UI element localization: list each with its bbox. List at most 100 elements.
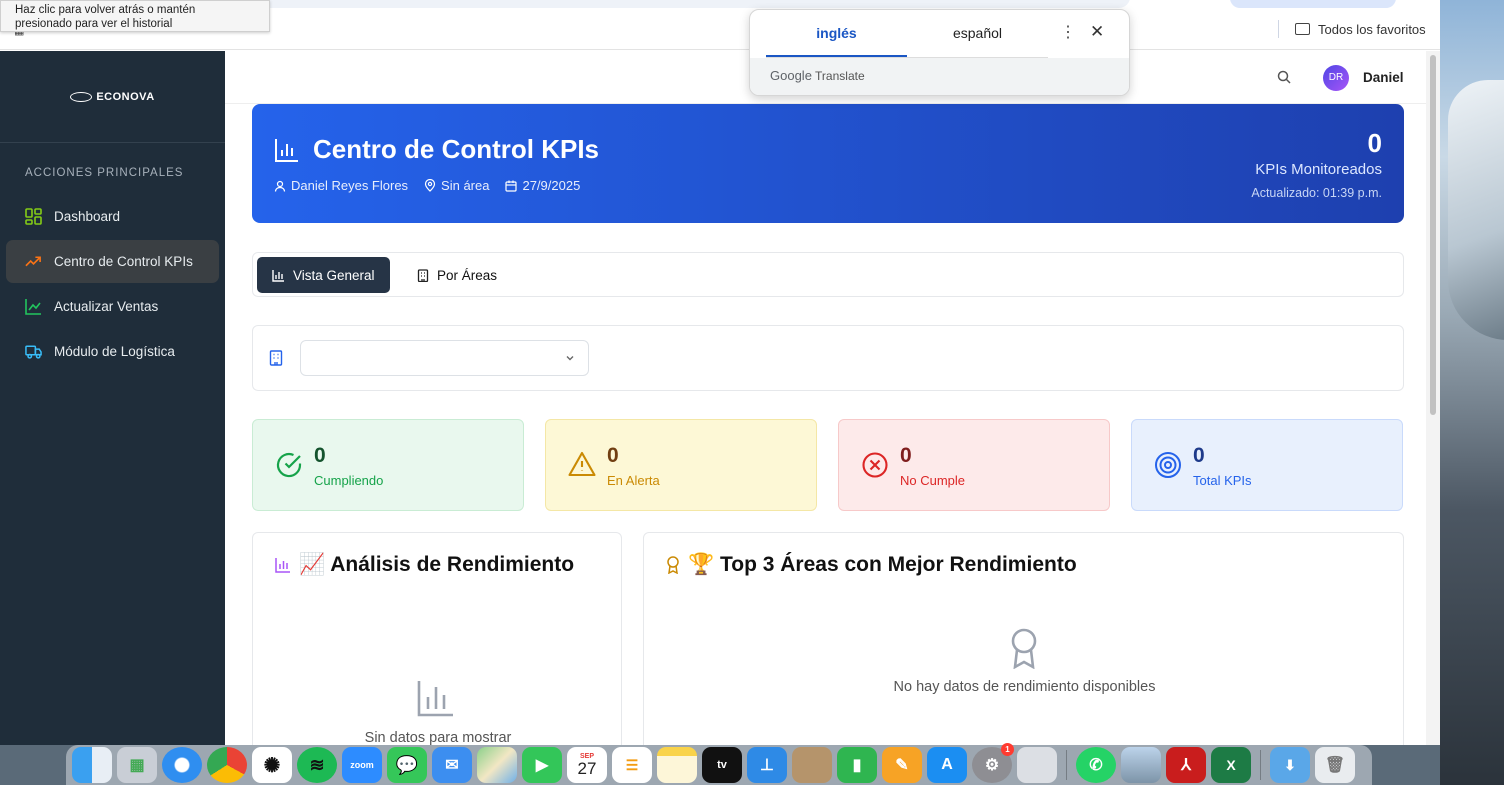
user-icon bbox=[274, 180, 286, 192]
safari-icon[interactable] bbox=[162, 747, 202, 783]
profile-chip[interactable] bbox=[1230, 0, 1396, 8]
finder-icon[interactable] bbox=[72, 747, 112, 783]
page-scrollbar[interactable] bbox=[1426, 51, 1440, 745]
sidebar-item-label: Centro de Control KPIs bbox=[54, 254, 193, 269]
sidebar-item-label: Actualizar Ventas bbox=[54, 299, 159, 314]
logo[interactable]: ECONOVA bbox=[0, 51, 225, 143]
stat-card-compliant: 0 Cumpliendo bbox=[252, 419, 524, 511]
kpi-count: 0 bbox=[1367, 128, 1382, 158]
username[interactable]: Daniel bbox=[1363, 70, 1404, 85]
kpi-count-label: KPIs Monitoreados bbox=[1255, 161, 1382, 178]
whatsapp-icon[interactable]: ✆ bbox=[1076, 747, 1116, 783]
avatar[interactable]: DR bbox=[1323, 65, 1349, 91]
tab-overview[interactable]: Vista General bbox=[257, 257, 390, 293]
bar-chart-icon bbox=[274, 137, 300, 168]
folder-icon bbox=[1295, 23, 1310, 35]
notification-badge: 1 bbox=[1001, 743, 1014, 756]
tab-source-language[interactable]: inglés bbox=[766, 22, 907, 57]
empty-chart-icon bbox=[417, 679, 455, 722]
spotify-icon[interactable]: ≋ bbox=[297, 747, 337, 783]
trash-icon[interactable]: 🗑 bbox=[1315, 747, 1355, 783]
launchpad-icon[interactable]: ▦ bbox=[117, 747, 157, 783]
tab-label: Por Áreas bbox=[437, 267, 498, 283]
maps-icon[interactable] bbox=[477, 747, 517, 783]
desktop-wallpaper bbox=[1440, 0, 1504, 785]
back-button-tooltip: Haz clic para volver atrás o mantén pres… bbox=[0, 0, 270, 32]
section-title: ACCIONES PRINCIPALES bbox=[25, 167, 184, 179]
close-icon[interactable]: ✕ bbox=[1090, 22, 1104, 42]
hero-area-name: Sin área bbox=[441, 178, 490, 193]
building-icon bbox=[269, 350, 283, 371]
panel-title: 🏆 Top 3 Áreas con Mejor Rendimiento bbox=[666, 553, 1077, 577]
area-filter-card bbox=[252, 325, 1404, 391]
stat-value: 0 bbox=[1193, 444, 1205, 467]
stat-label: Cumpliendo bbox=[314, 473, 384, 488]
award-icon bbox=[667, 556, 679, 574]
empty-state-text: No hay datos de rendimiento disponibles bbox=[893, 679, 1156, 695]
sidebar-item-update-sales[interactable]: Actualizar Ventas bbox=[6, 285, 219, 328]
search-icon[interactable] bbox=[1277, 70, 1291, 89]
google-logo: Google bbox=[770, 68, 812, 83]
contacts-icon[interactable] bbox=[792, 747, 832, 783]
stat-value: 0 bbox=[900, 444, 912, 467]
panel-title-text: 🏆 Top 3 Áreas con Mejor Rendimiento bbox=[688, 553, 1077, 576]
translate-product-label: Translate bbox=[815, 69, 865, 83]
tv-icon[interactable]: tv bbox=[702, 747, 742, 783]
more-options-icon[interactable]: ⋮ bbox=[1060, 24, 1076, 42]
panel-title-text: 📈 Análisis de Rendimiento bbox=[299, 553, 575, 576]
map-pin-icon bbox=[424, 179, 436, 192]
updated-timestamp: Actualizado: 01:39 p.m. bbox=[1251, 186, 1382, 200]
mountain-snow bbox=[1448, 80, 1504, 340]
sidebar-item-logistics[interactable]: Módulo de Logística bbox=[6, 330, 219, 373]
logo-icon bbox=[70, 91, 93, 102]
panel-title: 📈 Análisis de Rendimiento bbox=[275, 553, 574, 577]
sidebar-item-label: Dashboard bbox=[54, 209, 121, 224]
system-settings-icon[interactable]: ⚙ 1 bbox=[972, 743, 1014, 783]
zoom-icon[interactable]: zoom bbox=[342, 747, 382, 783]
dock-separator bbox=[1066, 750, 1067, 780]
page-title: Centro de Control KPIs bbox=[313, 134, 600, 164]
downloads-folder-icon[interactable]: ⬇ bbox=[1270, 747, 1310, 783]
numbers-icon[interactable]: ▮ bbox=[837, 747, 877, 783]
all-bookmarks-label: Todos los favoritos bbox=[1318, 21, 1426, 37]
address-bar[interactable] bbox=[230, 0, 1130, 8]
stat-card-alert: 0 En Alerta bbox=[545, 419, 817, 511]
keynote-icon[interactable]: ⊥ bbox=[747, 747, 787, 783]
calendar-icon[interactable]: SEP 27 bbox=[567, 747, 607, 783]
tab-target-language[interactable]: español bbox=[907, 22, 1048, 57]
x-circle-icon bbox=[861, 451, 889, 484]
target-icon bbox=[1154, 451, 1182, 484]
view-tabs: Vista General Por Áreas bbox=[252, 252, 1404, 297]
stat-card-total: 0 Total KPIs bbox=[1131, 419, 1403, 511]
sidebar-item-dashboard[interactable]: Dashboard bbox=[6, 195, 219, 238]
award-icon bbox=[1007, 627, 1041, 674]
tab-by-areas[interactable]: Por Áreas bbox=[402, 257, 512, 293]
sidebar-item-kpi-center[interactable]: Centro de Control KPIs bbox=[6, 240, 219, 283]
line-chart-icon bbox=[25, 298, 42, 315]
stat-label: Total KPIs bbox=[1193, 473, 1252, 488]
chatgpt-icon[interactable]: ✺ bbox=[252, 747, 292, 783]
messages-icon[interactable]: 💬 bbox=[387, 747, 427, 783]
preview-icon[interactable] bbox=[1121, 747, 1161, 783]
scrollbar-thumb[interactable] bbox=[1430, 55, 1436, 415]
translate-footer: Google Translate bbox=[750, 58, 1129, 95]
app-store-icon[interactable]: A bbox=[927, 747, 967, 783]
area-select[interactable] bbox=[300, 340, 589, 376]
acrobat-icon[interactable]: ⅄ bbox=[1166, 747, 1206, 783]
iphone-mirroring-icon[interactable] bbox=[1017, 747, 1057, 783]
stat-label: No Cumple bbox=[900, 473, 966, 488]
reminders-icon[interactable]: ☰ bbox=[612, 747, 652, 783]
bar-chart-icon bbox=[272, 269, 284, 282]
building-icon bbox=[417, 268, 429, 282]
chrome-icon[interactable] bbox=[207, 747, 247, 783]
facetime-icon[interactable]: ▶ bbox=[522, 747, 562, 783]
truck-icon bbox=[25, 343, 42, 360]
logo-text: ECONOVA bbox=[96, 90, 155, 103]
mail-icon[interactable]: ✉ bbox=[432, 747, 472, 783]
check-circle-icon bbox=[275, 451, 303, 484]
all-bookmarks-button[interactable]: Todos los favoritos bbox=[1278, 20, 1426, 38]
pages-icon[interactable]: ✎ bbox=[882, 747, 922, 783]
excel-icon[interactable]: X bbox=[1211, 747, 1251, 783]
notes-icon[interactable] bbox=[657, 747, 697, 783]
bar-chart-icon bbox=[275, 558, 290, 573]
